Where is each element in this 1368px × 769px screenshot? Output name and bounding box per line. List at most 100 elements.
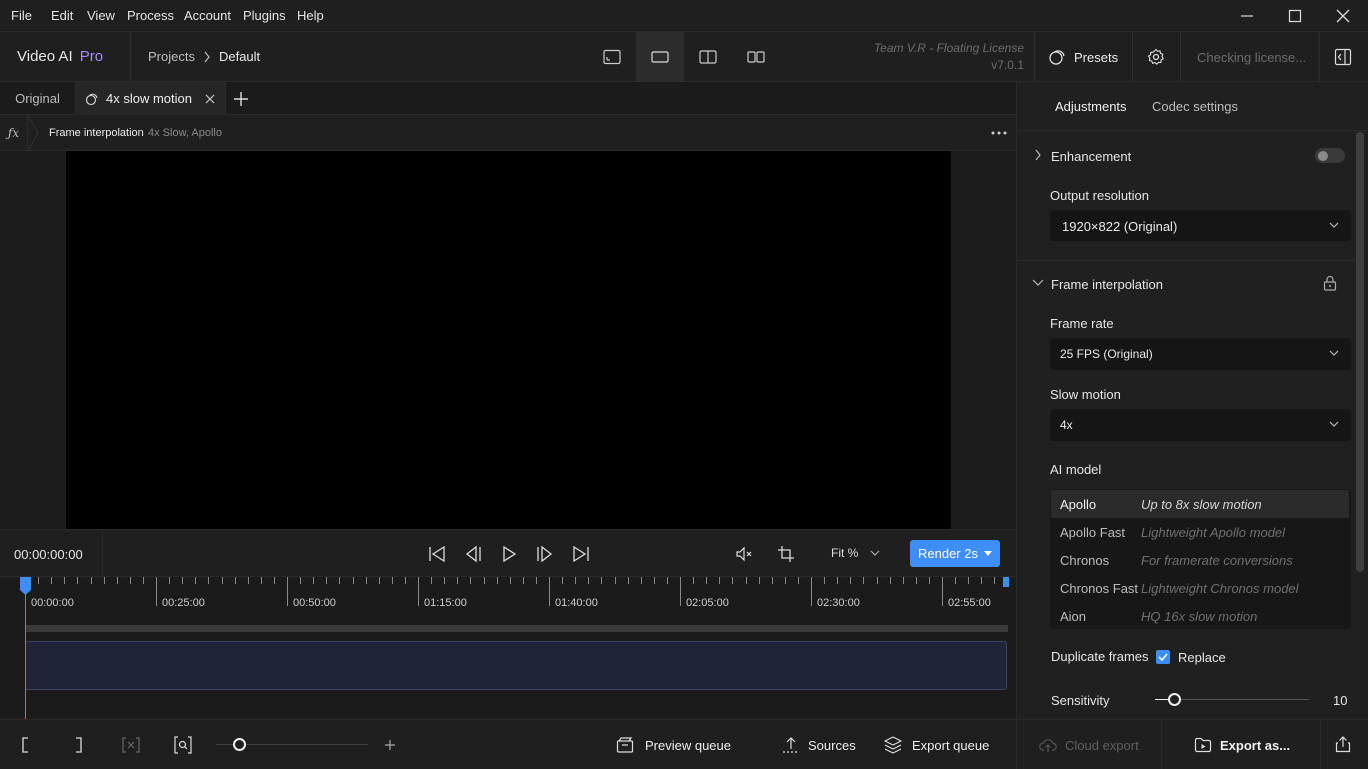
render-label: Render 2s <box>918 546 978 561</box>
menu-edit[interactable]: Edit <box>51 8 73 23</box>
timeline-scrollbar[interactable] <box>25 625 1008 632</box>
play-button[interactable] <box>496 541 522 567</box>
ruler-minor-tick <box>719 577 721 584</box>
enhancement-label[interactable]: Enhancement <box>1051 149 1131 164</box>
app-version: v7.0.1 <box>991 58 1024 72</box>
crop-icon <box>778 546 794 562</box>
share-icon[interactable] <box>1335 735 1351 753</box>
ruler-minor-tick <box>273 577 275 584</box>
breadcrumb-projects[interactable]: Projects <box>148 49 195 64</box>
menu-view[interactable]: View <box>87 8 115 23</box>
zoom-to-fit-icon[interactable] <box>174 736 192 754</box>
toggle-panel-button[interactable] <box>1319 32 1367 82</box>
frame-interpolation-label[interactable]: Frame interpolation <box>1051 277 1163 292</box>
ruler-minor-tick <box>116 577 118 584</box>
model-description: Lightweight Apollo model <box>1141 525 1286 540</box>
view-single-button[interactable] <box>636 32 684 82</box>
timecode[interactable]: 00:00:00:00 <box>14 547 83 562</box>
slow-motion-select[interactable]: 4x <box>1050 409 1351 441</box>
minimize-button[interactable] <box>1223 0 1271 32</box>
next-frame-button[interactable] <box>532 541 558 567</box>
view-fullscreen-button[interactable] <box>588 32 636 82</box>
sensitivity-slider-knob[interactable] <box>1168 693 1181 706</box>
filter-name[interactable]: Frame interpolation <box>49 127 144 139</box>
ruler-minor-tick <box>103 577 105 584</box>
chevron-right-icon[interactable] <box>1034 149 1042 161</box>
crop-button[interactable] <box>773 541 799 567</box>
view-split-button[interactable] <box>684 32 732 82</box>
output-resolution-label: Output resolution <box>1050 188 1150 203</box>
ruler-minor-tick <box>640 577 642 584</box>
ruler-minor-tick <box>77 577 79 584</box>
view-side-by-side-button[interactable] <box>732 32 780 82</box>
menu-account[interactable]: Account <box>184 8 231 23</box>
timeline-ruler[interactable]: 00:00:00 00:25:00 00:50:00 01:15:00 01:40:00… <box>25 577 1009 622</box>
ruler-minor-tick <box>64 577 66 584</box>
previous-frame-button[interactable] <box>460 541 486 567</box>
replace-label[interactable]: Replace <box>1178 650 1226 665</box>
muted-speaker-icon <box>736 546 752 562</box>
caret-down-icon[interactable] <box>984 551 992 556</box>
export-queue-button[interactable]: Export queue <box>884 736 989 754</box>
replace-checkbox[interactable] <box>1156 650 1170 664</box>
model-option-chronos-fast[interactable]: Chronos Fast Lightweight Chronos model <box>1051 574 1349 602</box>
model-option-aion[interactable]: Aion HQ 16x slow motion <box>1051 602 1349 629</box>
skip-to-end-button[interactable] <box>568 541 594 567</box>
close-tab-icon[interactable] <box>205 94 215 104</box>
add-tab-icon[interactable] <box>232 90 250 108</box>
menu-process[interactable]: Process <box>127 8 174 23</box>
menu-help[interactable]: Help <box>297 8 324 23</box>
ruler-major-tick <box>680 577 681 606</box>
clear-in-out-icon[interactable] <box>122 737 140 753</box>
enhancement-toggle[interactable] <box>1315 148 1345 163</box>
mute-button[interactable] <box>731 541 757 567</box>
tab-active[interactable]: 4x slow motion <box>76 82 226 115</box>
ruler-major-tick <box>549 577 550 606</box>
video-frame[interactable] <box>66 151 951 529</box>
playhead[interactable] <box>25 577 26 719</box>
ruler-tick-label: 02:05:00 <box>686 597 729 609</box>
preview-queue-button[interactable]: Preview queue <box>616 737 731 753</box>
close-window-button[interactable] <box>1319 0 1367 32</box>
export-as-button[interactable]: Export as... <box>1194 737 1290 753</box>
ruler-minor-tick <box>797 577 799 584</box>
set-out-point-icon[interactable] <box>74 737 84 753</box>
playhead-handle-icon[interactable] <box>20 577 31 595</box>
set-in-point-icon[interactable] <box>20 737 30 753</box>
presets-button[interactable]: Presets <box>1048 48 1118 66</box>
tab-codec-settings[interactable]: Codec settings <box>1152 99 1238 114</box>
more-options-icon[interactable] <box>991 131 1007 135</box>
model-option-chronos[interactable]: Chronos For framerate conversions <box>1051 546 1349 574</box>
render-button[interactable]: Render 2s <box>910 540 1000 567</box>
cloud-export-button[interactable]: Cloud export <box>1039 737 1139 753</box>
frame-rate-value: 25 FPS (Original) <box>1060 347 1153 361</box>
chevron-down-icon[interactable] <box>1032 279 1044 287</box>
menu-plugins[interactable]: Plugins <box>243 8 286 23</box>
lock-icon[interactable] <box>1323 275 1337 291</box>
model-option-apollo[interactable]: Apollo Up to 8x slow motion <box>1051 490 1349 518</box>
ruler-minor-tick <box>666 577 668 584</box>
panel-scrollbar[interactable] <box>1356 132 1364 572</box>
zoom-in-icon[interactable] <box>384 739 396 751</box>
timeline[interactable]: 00:00:00 00:25:00 00:50:00 01:15:00 01:40:00… <box>0 577 1016 719</box>
maximize-button[interactable] <box>1271 0 1319 32</box>
sources-button[interactable]: Sources <box>782 736 856 754</box>
out-point-marker-icon[interactable] <box>1003 577 1009 587</box>
model-description: Lightweight Chronos model <box>1141 581 1299 596</box>
preview-queue-icon <box>616 737 634 753</box>
ruler-minor-tick <box>928 577 930 584</box>
zoom-fit-select[interactable]: Fit % <box>831 546 880 560</box>
frame-rate-select[interactable]: 25 FPS (Original) <box>1050 338 1351 370</box>
skip-to-start-button[interactable] <box>424 541 450 567</box>
model-option-apollo-fast[interactable]: Apollo Fast Lightweight Apollo model <box>1051 518 1349 546</box>
output-resolution-select[interactable]: 1920×822 (Original) <box>1050 210 1351 241</box>
tab-original[interactable]: Original <box>0 82 76 115</box>
ruler-tick-label: 02:55:00 <box>948 597 991 609</box>
video-clip-track[interactable] <box>25 641 1007 690</box>
ruler-minor-tick <box>234 577 236 584</box>
zoom-slider-knob[interactable] <box>233 738 246 751</box>
chevron-down-icon <box>870 550 880 556</box>
tab-adjustments[interactable]: Adjustments <box>1055 99 1127 114</box>
settings-button[interactable] <box>1132 32 1180 82</box>
menu-file[interactable]: File <box>11 8 32 23</box>
